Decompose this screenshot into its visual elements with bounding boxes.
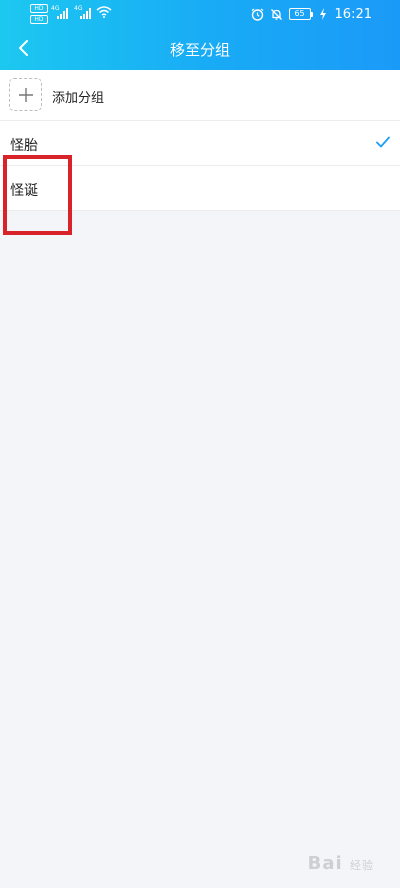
nav-bar: 移至分组 (0, 28, 400, 70)
group-item-guaidan[interactable]: 怪诞 (0, 166, 400, 211)
charging-bolt-icon (319, 8, 326, 20)
signal-icon-1 (57, 7, 68, 19)
mute-bell-icon (270, 8, 282, 20)
plus-icon (19, 88, 33, 102)
signal-icon-2 (80, 7, 91, 19)
add-group-row[interactable]: 添加分组 (0, 70, 400, 121)
add-group-button[interactable] (9, 78, 42, 111)
group-item-guaitai[interactable]: 怪胎 (0, 121, 400, 166)
clock: 16:21 (334, 6, 372, 22)
checkmark-icon (376, 136, 390, 148)
battery-level: 65 (288, 8, 311, 20)
add-group-label: 添加分组 (52, 91, 105, 106)
screen: HD HD 4G 4G 65 16:21 移至分组 添加分组 怪胎 怪诞 Bai… (0, 0, 400, 888)
watermark-suffix: 经验 (350, 859, 374, 872)
header-area: HD HD 4G 4G 65 16:21 移至分组 (0, 0, 400, 70)
group-item-label: 怪胎 (10, 138, 38, 154)
wifi-icon (96, 6, 112, 18)
status-left: HD HD 4G 4G (30, 3, 120, 25)
hd-badge-2: HD (30, 15, 48, 24)
hd-badge-1: HD (30, 4, 48, 13)
group-item-label: 怪诞 (10, 183, 38, 199)
page-title: 移至分组 (169, 41, 230, 59)
group-list: 添加分组 怪胎 怪诞 (0, 70, 400, 211)
alarm-icon (251, 8, 263, 21)
status-right: 65 16:21 (251, 5, 372, 23)
watermark: Bai 经验 (308, 853, 374, 874)
battery-icon: 65 (288, 8, 313, 20)
watermark-brand: Bai (307, 853, 343, 874)
status-bar: HD HD 4G 4G 65 16:21 (0, 0, 400, 28)
